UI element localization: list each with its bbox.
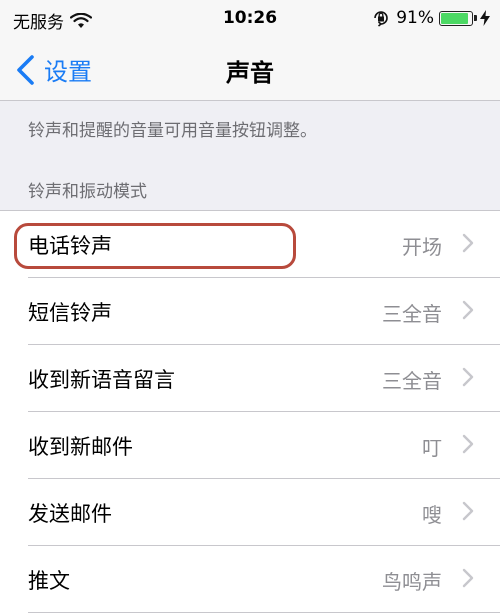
row-value: 鸟鸣声 bbox=[382, 570, 442, 594]
row-value: 叮 bbox=[422, 436, 442, 460]
ringtone-list: 电话铃声 开场 短信铃声 三全音 收到新语音留言 三全音 收到新邮件 叮 发送邮… bbox=[0, 210, 500, 613]
battery-percent: 91% bbox=[396, 8, 434, 28]
row-sent-mail[interactable]: 发送邮件 嗖 bbox=[0, 479, 500, 546]
row-label: 短信铃声 bbox=[28, 301, 112, 325]
status-bar: 无服务 10:26 91% bbox=[0, 0, 500, 38]
row-phone-ringtone[interactable]: 电话铃声 开场 bbox=[0, 211, 500, 278]
battery-icon bbox=[439, 10, 473, 26]
chevron-right-icon bbox=[462, 233, 474, 253]
battery-nub bbox=[474, 15, 477, 21]
chevron-right-icon bbox=[462, 367, 474, 387]
row-label: 收到新邮件 bbox=[28, 435, 133, 459]
status-right: 91% bbox=[372, 8, 490, 28]
row-text-tone[interactable]: 短信铃声 三全音 bbox=[0, 278, 500, 345]
row-value: 嗖 bbox=[422, 503, 442, 527]
row-new-voicemail[interactable]: 收到新语音留言 三全音 bbox=[0, 345, 500, 412]
row-new-mail[interactable]: 收到新邮件 叮 bbox=[0, 412, 500, 479]
row-label: 发送邮件 bbox=[28, 502, 112, 526]
orientation-lock-icon bbox=[374, 11, 388, 27]
row-label: 电话铃声 bbox=[28, 234, 112, 258]
row-value: 三全音 bbox=[382, 369, 442, 393]
navigation-bar: 设置 声音 bbox=[0, 38, 500, 101]
page-title: 声音 bbox=[226, 59, 274, 87]
section-header: 铃声和振动模式 bbox=[28, 182, 147, 202]
battery-fill bbox=[441, 12, 469, 24]
row-label: 收到新语音留言 bbox=[28, 368, 175, 392]
charging-bolt-icon bbox=[480, 10, 490, 26]
chevron-right-icon bbox=[462, 300, 474, 320]
row-value: 三全音 bbox=[382, 302, 442, 326]
chevron-right-icon bbox=[462, 501, 474, 521]
chevron-right-icon bbox=[462, 434, 474, 454]
row-tweet[interactable]: 推文 鸟鸣声 bbox=[0, 546, 500, 613]
chevron-right-icon bbox=[462, 568, 474, 588]
volume-note: 铃声和提醒的音量可用音量按钮调整。 bbox=[28, 121, 317, 141]
row-value: 开场 bbox=[402, 235, 442, 259]
row-label: 推文 bbox=[28, 569, 70, 593]
